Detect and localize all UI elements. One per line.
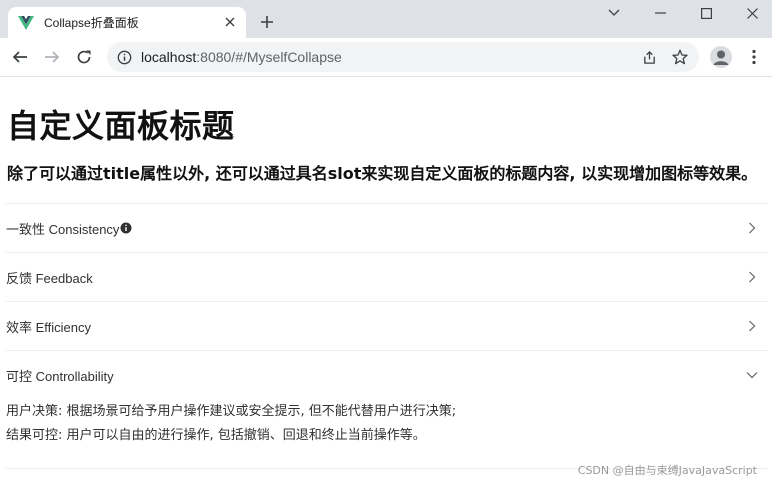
collapse-title: 效率 Efficiency <box>6 319 92 335</box>
tab-bar: Collapse折叠面板 <box>0 0 772 38</box>
chevron-down-icon <box>746 369 758 381</box>
vue-logo-icon <box>18 15 34 31</box>
collapse-title: 一致性 Consistency <box>6 221 120 237</box>
collapse-title: 反馈 Feedback <box>6 270 93 286</box>
bookmark-star-icon[interactable] <box>672 49 688 65</box>
collapse-item-efficiency: 效率 Efficiency <box>6 302 768 351</box>
site-info-icon[interactable] <box>116 49 132 65</box>
browser-tab[interactable]: Collapse折叠面板 <box>8 7 246 38</box>
content-line: 结果可控: 用户可以自由的进行操作, 包括撤销、回退和终止当前操作等。 <box>6 428 426 443</box>
browser-toolbar: localhost:8080/#/MyselfCollapse <box>0 38 772 77</box>
share-icon[interactable] <box>641 49 657 65</box>
collapse-header-feedback[interactable]: 反馈 Feedback <box>6 253 768 301</box>
forward-arrow-icon[interactable] <box>40 45 64 69</box>
back-arrow-icon[interactable] <box>8 45 32 69</box>
collapse-content: 用户决策: 根据场景可给予用户操作建议或安全提示, 但不能代替用户进行决策; 结… <box>6 399 768 468</box>
content-line: 用户决策: 根据场景可给予用户操作建议或安全提示, 但不能代替用户进行决策; <box>6 404 457 419</box>
tab-title: Collapse折叠面板 <box>44 16 139 30</box>
collapse-title: 可控 Controllability <box>6 368 114 384</box>
address-bar[interactable]: localhost:8080/#/MyselfCollapse <box>107 42 699 72</box>
page-subtitle: 除了可以通过title属性以外, 还可以通过具名slot来实现自定义面板的标题内… <box>7 164 758 183</box>
reload-icon[interactable] <box>72 45 96 69</box>
info-icon <box>120 222 132 234</box>
minimize-icon[interactable] <box>637 0 683 26</box>
more-menu-icon[interactable] <box>744 47 764 67</box>
chevron-right-icon <box>746 271 758 283</box>
profile-avatar-icon[interactable] <box>710 46 732 68</box>
maximize-icon[interactable] <box>683 0 729 26</box>
chevron-down-icon[interactable] <box>591 0 637 26</box>
close-tab-icon[interactable] <box>222 14 238 30</box>
collapse-header-efficiency[interactable]: 效率 Efficiency <box>6 302 768 350</box>
collapse-header-controllability[interactable]: 可控 Controllability <box>6 351 768 399</box>
page-content: 自定义面板标题 除了可以通过title属性以外, 还可以通过具名slot来实现自… <box>0 77 772 486</box>
watermark: CSDN @自由与束缚JavaJavaScript <box>577 464 757 477</box>
collapse-item-feedback: 反馈 Feedback <box>6 253 768 302</box>
url-text: localhost:8080/#/MyselfCollapse <box>141 49 342 65</box>
chevron-right-icon <box>746 222 758 234</box>
close-window-icon[interactable] <box>729 0 772 26</box>
collapse-item-controllability: 可控 Controllability 用户决策: 根据场景可给予用户操作建议或安… <box>6 351 768 469</box>
collapse-header-consistency[interactable]: 一致性 Consistency <box>6 204 768 252</box>
collapse-panel: 一致性 Consistency 反馈 Feedback 效率 Efficienc… <box>6 203 768 469</box>
new-tab-plus-icon[interactable] <box>257 12 277 32</box>
page-title: 自定义面板标题 <box>7 107 235 145</box>
collapse-item-consistency: 一致性 Consistency <box>6 204 768 253</box>
chevron-right-icon <box>746 320 758 332</box>
